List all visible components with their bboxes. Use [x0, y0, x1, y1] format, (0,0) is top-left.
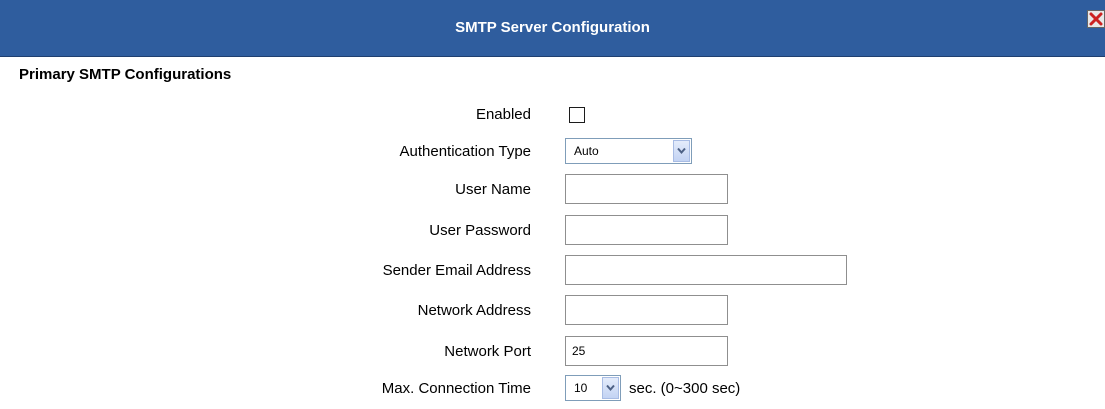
- authentication-type-label: Authentication Type: [399, 143, 531, 160]
- max-connection-time-suffix: sec. (0~300 sec): [629, 380, 741, 397]
- authentication-type-select[interactable]: Auto: [565, 138, 692, 164]
- row-max-connection-time: Max. Connection Time 10 sec. (0~300 sec): [0, 373, 1105, 403]
- max-connection-time-value: 10: [574, 381, 588, 395]
- close-x-icon: [1089, 12, 1103, 26]
- sender-email-input[interactable]: [565, 255, 847, 285]
- row-network-port: Network Port: [0, 336, 1105, 366]
- row-sender-email: Sender Email Address: [0, 255, 1105, 285]
- row-user-name: User Name: [0, 174, 1105, 204]
- user-password-label: User Password: [429, 222, 531, 239]
- dialog-titlebar: SMTP Server Configuration: [0, 0, 1105, 57]
- dialog-title: SMTP Server Configuration: [455, 19, 650, 36]
- chevron-down-icon[interactable]: [673, 140, 690, 162]
- max-connection-time-select[interactable]: 10: [565, 375, 621, 401]
- authentication-type-value: Auto: [574, 144, 599, 158]
- chevron-down-icon[interactable]: [602, 377, 619, 399]
- row-enabled: Enabled: [0, 99, 1105, 129]
- network-address-input[interactable]: [565, 295, 728, 325]
- row-authentication-type: Authentication Type Auto: [0, 136, 1105, 166]
- user-name-input[interactable]: [565, 174, 728, 204]
- close-button[interactable]: [1087, 10, 1105, 28]
- network-port-label: Network Port: [444, 343, 531, 360]
- enabled-checkbox[interactable]: [569, 107, 585, 123]
- user-name-label: User Name: [455, 181, 531, 198]
- sender-email-label: Sender Email Address: [382, 262, 531, 279]
- section-title: Primary SMTP Configurations: [19, 66, 232, 83]
- row-network-address: Network Address: [0, 295, 1105, 325]
- row-user-password: User Password: [0, 215, 1105, 245]
- network-port-input[interactable]: [565, 336, 728, 366]
- enabled-label: Enabled: [475, 106, 531, 123]
- user-password-input[interactable]: [565, 215, 728, 245]
- max-connection-time-label: Max. Connection Time: [381, 380, 531, 397]
- network-address-label: Network Address: [417, 302, 531, 319]
